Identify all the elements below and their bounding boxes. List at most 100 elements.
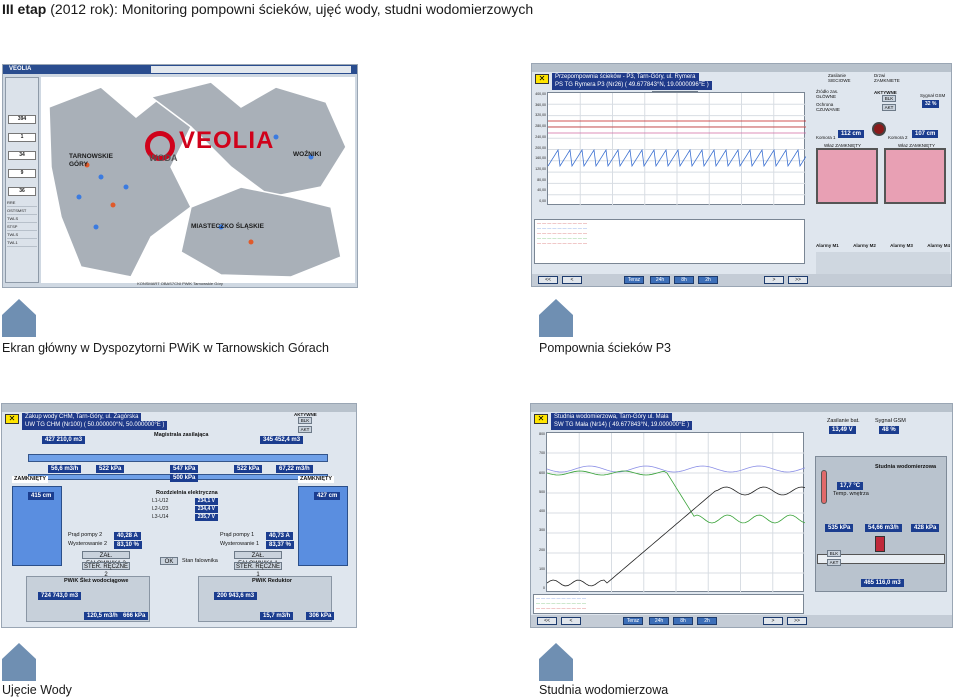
uj-falownik1-button[interactable]: ZAŁ. FALOWNIKA 1: [234, 551, 282, 567]
side-value: 394: [8, 115, 36, 124]
side-list-item[interactable]: STSP: [7, 223, 37, 231]
side-list: RRE OSTSMST TWLS STSP TWLS TWL1: [7, 199, 37, 247]
uj-akt-button[interactable]: AKT: [298, 426, 312, 433]
uj-flow-2: 522 kPa: [96, 465, 125, 473]
ujecie-screen-thumbnail[interactable]: ✕ Zakup wody CHM, Tarn-Góry, ul. Zagórsk…: [1, 403, 357, 628]
p3-gsm-label: Sygnał GSM: [920, 93, 946, 98]
nav-button[interactable]: <<: [537, 617, 557, 625]
nav-button[interactable]: >: [763, 617, 783, 625]
st-pressure-2: 428 kPa: [911, 524, 940, 532]
uj-close-button[interactable]: ✕: [5, 414, 19, 424]
st-nav-bar: << < Teraz 24h 8h 2h > >>: [531, 615, 952, 627]
side-list-item[interactable]: TWLS: [7, 215, 37, 223]
alarm-label: Alarmy M2: [853, 243, 876, 248]
uj-ster1-button[interactable]: STER. RĘCZNE 1: [234, 562, 282, 578]
st-battery-value: 13,49 V: [829, 426, 856, 434]
page: III etap (2012 rok): Monitoring pompowni…: [0, 0, 959, 699]
nav-button[interactable]: 2h: [698, 276, 718, 284]
uj-wys1-label: Wysterowanie 1: [220, 541, 260, 547]
caption-main: Ekran główny w Dyspozytorni PWiK w Tarno…: [2, 341, 329, 355]
region-label-wozniki: WOŹNIKI: [293, 151, 322, 158]
nav-button[interactable]: 24h: [650, 276, 670, 284]
p3-status-zasilanie: Zasilanie SIECIOWE: [828, 73, 851, 83]
p3-chart-svg: [547, 93, 807, 206]
phase-row: L1-U12 234,1 V: [152, 498, 218, 505]
st-close-button[interactable]: ✕: [534, 414, 548, 424]
p3-alarm-row: Alarmy M1 Alarmy M2 Alarmy M3 Alarmy M4: [816, 242, 950, 250]
uj-magistrala: Magistrala zasilająca: [154, 432, 209, 438]
y-tick-label: 400,00: [535, 92, 546, 96]
uj-ster2-button[interactable]: STER. RĘCZNE 2: [82, 562, 130, 578]
nav-button[interactable]: 24h: [649, 617, 669, 625]
nav-button[interactable]: <: [561, 617, 581, 625]
p3-y-ticks: 400,00 360,00 320,00 280,00 240,00 200,00 160,…: [533, 92, 547, 205]
uj-flow-1: 56,6 m3/h: [48, 465, 82, 473]
uj-ok-button[interactable]: OK: [160, 557, 178, 565]
phase-value: 235,7 V: [194, 514, 218, 521]
caption-tab-icon: [539, 643, 573, 681]
uj-bottom-left-title: PWiK Śleż wodociągowe: [64, 578, 129, 584]
uj-falownik2-button[interactable]: ZAŁ. FALOWNIKA 2: [82, 551, 130, 567]
p3-akt-button[interactable]: AKT: [882, 104, 896, 111]
studnia-screen-thumbnail[interactable]: ✕ Studnia wodomierzowa, Tarn-Góry ul. Ma…: [530, 403, 953, 628]
p3-mode-ochrona: Ochrona CZUWANIE: [816, 102, 840, 112]
uj-flow-4: 522 kPa: [234, 465, 263, 473]
side-list-item[interactable]: TWL1: [7, 239, 37, 247]
p3-screen-thumbnail[interactable]: ✕ Przepompownia ścieków - P3, Tarn-Góry,…: [531, 63, 952, 287]
nav-button[interactable]: 2h: [697, 617, 717, 625]
nav-button[interactable]: 8h: [673, 617, 693, 625]
p3-motor-panel: [816, 252, 950, 274]
uj-lid-right: ZAMKNIĘTY: [298, 476, 335, 483]
region-label-miasteczko: MIASTECZKO ŚLĄSKIE: [191, 223, 264, 230]
nav-button[interactable]: >: [764, 276, 784, 284]
side-list-item[interactable]: TWLS: [7, 231, 37, 239]
y-tick-label: 320,00: [535, 113, 546, 118]
map-area[interactable]: VEOLIA WODA TARNOWSKIE GÓRY WOŹNIKI MIAS…: [41, 77, 355, 283]
nav-button[interactable]: <: [562, 276, 582, 284]
header-logo: VEOLIA: [9, 66, 32, 72]
p3-chamber-2-label: Komora 2: [888, 135, 908, 140]
nav-button[interactable]: 8h: [674, 276, 694, 284]
uj-bottom-right-title: PWiK Reduktor: [252, 578, 292, 584]
st-thermometer-icon: [821, 470, 827, 504]
heading-bold: III etap: [2, 1, 47, 17]
st-valve-icon: [875, 536, 885, 552]
p3-close-button[interactable]: ✕: [535, 74, 549, 84]
uj-br-total: 200 943,6 m3: [214, 592, 258, 600]
phase-row: L2-U23 234,4 V: [152, 506, 218, 513]
uj-wys1-value: 83,37 %: [266, 541, 295, 549]
nav-button[interactable]: >>: [788, 276, 808, 284]
uj-phases: L1-U12 234,1 V L2-U23 234,4 V L3-U14 235,7 V: [152, 498, 218, 522]
uj-flow-5: 67,22 m3/h: [276, 465, 313, 473]
nav-button[interactable]: Teraz: [624, 276, 644, 284]
y-tick-label: 400: [539, 509, 545, 513]
uj-br-flow: 15,7 m3/h: [260, 612, 294, 620]
st-blk-button[interactable]: BLK: [827, 550, 841, 557]
nav-button[interactable]: >>: [787, 617, 807, 625]
nav-button[interactable]: <<: [538, 276, 558, 284]
caption-tab-icon: [2, 299, 36, 337]
st-gsm-label: Sygnał GSM: [875, 418, 906, 424]
caption-studnia: Studnia wodomierzowa: [539, 683, 669, 697]
uj-flow-6: 500 kPa: [170, 474, 199, 482]
uj-stan-label: Stan falownika: [182, 558, 218, 564]
p3-blk-button[interactable]: BLK: [882, 95, 896, 102]
st-title-2: SW TG Mała (Nr14) ( 49.677843°N, 19.0000…: [551, 421, 693, 430]
side-list-item[interactable]: RRE: [7, 199, 37, 207]
y-tick-label: 280,00: [535, 124, 546, 129]
logo-name: VEOLIA: [179, 127, 275, 154]
uj-blk-button[interactable]: BLK: [298, 417, 312, 424]
y-tick-label: 600: [539, 470, 545, 475]
uj-bl-flow: 120,5 m3/h: [84, 612, 121, 620]
st-akt-button[interactable]: AKT: [827, 559, 841, 566]
main-screen-thumbnail[interactable]: VEOLIA 394 1 34 9 36 RRE OSTSMST TWLS STSP TWLS T…: [2, 64, 358, 288]
caption-tab-icon: [539, 299, 573, 337]
p3-gsm-value: 32 %: [922, 100, 940, 108]
uj-total-left: 427 210,0 m3: [42, 436, 86, 444]
side-value: 9: [8, 169, 36, 178]
st-plot: [546, 432, 806, 593]
side-list-item[interactable]: OSTSMST: [7, 207, 37, 215]
y-tick-label: 300: [539, 528, 545, 533]
nav-button[interactable]: Teraz: [623, 617, 643, 625]
p3-tank-left: [816, 148, 878, 204]
